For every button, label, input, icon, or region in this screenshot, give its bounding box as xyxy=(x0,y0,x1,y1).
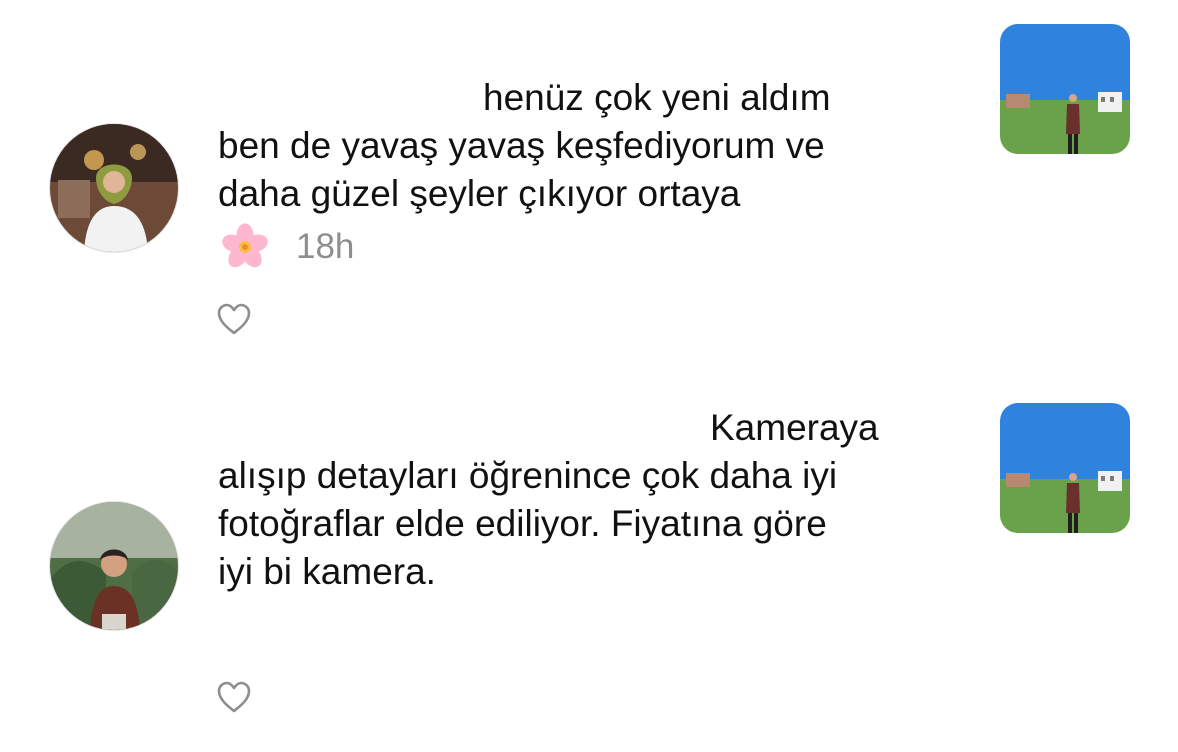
comment-text: Kameraya alışıp detayları öğrenince çok … xyxy=(218,404,978,596)
photo-thumbnail[interactable] xyxy=(1000,24,1130,154)
comment-line: daha güzel şeyler çıkıyor ortaya xyxy=(218,173,741,214)
comment-line: ben de yavaş yavaş keşfediyorum ve xyxy=(218,125,825,166)
user-avatar[interactable] xyxy=(50,124,178,252)
comment-line: iyi bi kamera. xyxy=(218,551,436,592)
comment-line: Kameraya xyxy=(710,407,879,448)
user-avatar[interactable] xyxy=(50,502,178,630)
comment-text: henüz çok yeni aldım ben de yavaş yavaş … xyxy=(218,74,978,274)
comment-timestamp: 18h xyxy=(296,227,355,266)
comment-meta: 18h xyxy=(218,220,978,274)
comment-line: alışıp detayları öğrenince çok daha iyi xyxy=(218,455,838,496)
cherry-blossom-icon xyxy=(218,220,272,274)
like-heart-icon[interactable] xyxy=(216,302,252,336)
comment-line: henüz çok yeni aldım xyxy=(483,77,831,118)
photo-thumbnail[interactable] xyxy=(1000,403,1130,533)
comment-line: fotoğraflar elde ediliyor. Fiyatına göre xyxy=(218,503,827,544)
like-heart-icon[interactable] xyxy=(216,680,252,714)
